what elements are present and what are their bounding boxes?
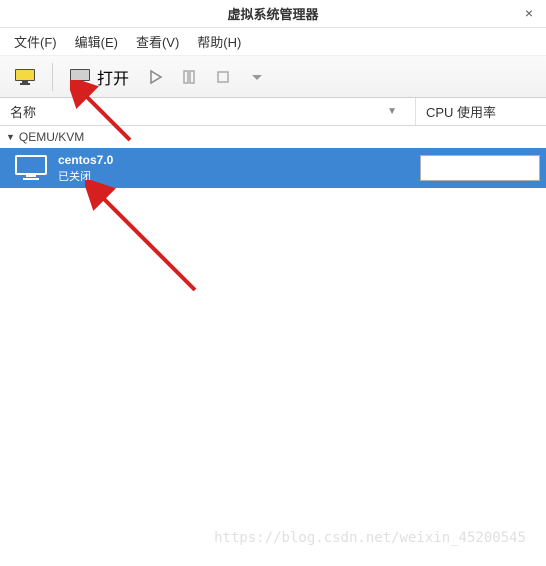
menu-file[interactable]: 文件(F) — [6, 28, 65, 55]
vm-status: 已关闭 — [58, 168, 420, 184]
close-button[interactable]: × — [520, 4, 538, 22]
menubar: 文件(F) 编辑(E) 查看(V) 帮助(H) — [0, 28, 546, 56]
vm-cpu-cell — [420, 155, 540, 181]
column-name[interactable]: 名称 ▼ — [0, 98, 416, 125]
connection-row[interactable]: ▼ QEMU/KVM — [0, 126, 546, 148]
expand-triangle-icon: ▼ — [6, 132, 15, 142]
open-button-label: 打开 — [97, 65, 129, 89]
menu-edit[interactable]: 编辑(E) — [67, 28, 126, 55]
column-cpu-label: CPU 使用率 — [426, 102, 496, 121]
connection-label: QEMU/KVM — [19, 130, 84, 144]
pause-button[interactable] — [175, 65, 203, 89]
watermark: https://blog.csdn.net/weixin_45200545 — [214, 530, 526, 546]
new-monitor-icon — [14, 68, 36, 86]
open-button[interactable]: 打开 — [63, 61, 135, 93]
play-icon — [147, 69, 163, 85]
monitor-icon — [69, 68, 91, 86]
chevron-down-icon — [249, 69, 265, 85]
menu-help[interactable]: 帮助(H) — [189, 28, 249, 55]
column-headers: 名称 ▼ CPU 使用率 — [0, 98, 546, 126]
toolbar: 打开 — [0, 56, 546, 98]
new-vm-button[interactable] — [8, 64, 42, 90]
vm-name: centos7.0 — [58, 153, 420, 167]
window-title: 虚拟系统管理器 — [227, 4, 318, 23]
vm-info: centos7.0 已关闭 — [58, 153, 420, 184]
vm-monitor-icon — [14, 154, 48, 182]
toolbar-divider — [52, 63, 53, 91]
stop-button[interactable] — [209, 65, 237, 89]
menu-view[interactable]: 查看(V) — [128, 28, 187, 55]
vm-row[interactable]: centos7.0 已关闭 — [0, 148, 546, 188]
titlebar: 虚拟系统管理器 × — [0, 0, 546, 28]
annotation-arrow-2 — [85, 180, 205, 300]
column-cpu[interactable]: CPU 使用率 — [416, 98, 546, 125]
play-button[interactable] — [141, 65, 169, 89]
sort-indicator-icon: ▼ — [387, 106, 397, 117]
dropdown-button[interactable] — [243, 65, 271, 89]
column-name-label: 名称 — [10, 102, 36, 121]
stop-icon — [215, 69, 231, 85]
pause-icon — [181, 69, 197, 85]
